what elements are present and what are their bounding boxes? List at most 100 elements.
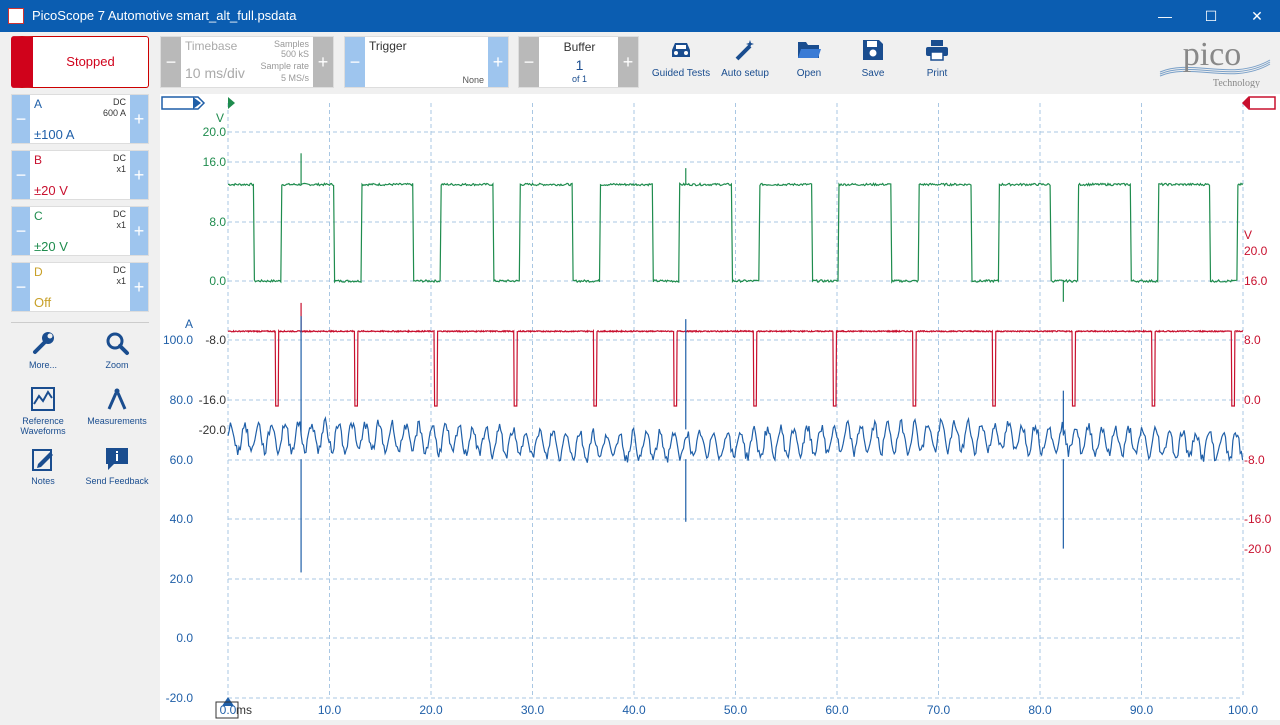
sample-rate-label: Sample rate [260,61,309,71]
save-icon [863,40,883,60]
channel-a-tick: 80.0 [170,393,194,407]
channel-d-minus-button[interactable]: − [12,263,30,311]
channel-d-name: D [34,265,43,279]
more-label: More... [28,360,57,370]
channel-a-tick: 60.0 [170,453,194,467]
channel-c-tick: -8.0 [205,333,226,347]
feedback-icon [106,448,128,470]
channel-c-tick: 0.0 [209,274,226,288]
notes-label: Notes [31,476,55,486]
timebase-label: Timebase [185,39,238,53]
channel-b-tick: 20.0 [1244,244,1268,258]
channel-a-unit: A [185,317,193,331]
channel-c-coupling: DC x1 [113,209,126,230]
channel-b-tick: -20.0 [1244,542,1272,556]
zoom-tool-button[interactable]: Zoom [82,330,152,370]
run-stop-button[interactable]: Stopped [11,36,149,88]
minimize-button[interactable]: — [1142,0,1188,32]
x-tick-label: 30.0 [521,703,545,717]
scope-view[interactable]: 0.0 10.0 20.0 30.0 40.0 50.0 60.0 70.0 80.0 90.0 1… [160,94,1280,720]
close-button[interactable]: ✕ [1234,0,1280,32]
channel-d-plus-button[interactable]: + [130,263,148,311]
guided-tests-label: Guided Tests [651,68,711,79]
send-feedback-label: Send Feedback [85,476,149,486]
samples-value[interactable]: 500 kS [281,49,309,59]
channel-b-tick: 16.0 [1244,274,1268,288]
trigger-control: − Trigger None + [344,36,509,88]
timebase-value[interactable]: 10 ms/div [185,65,245,81]
maximize-button[interactable]: ☐ [1188,0,1234,32]
channel-d-coupling: DC x1 [113,265,126,286]
trigger-plus-button[interactable]: + [488,37,508,87]
channel-a-tick: 40.0 [170,512,194,526]
measurements-label: Measurements [87,416,147,426]
channel-c-unit: V [216,111,224,125]
save-label: Save [861,68,885,79]
samples-label: Samples [273,39,309,49]
x-tick-label: 0.0 [220,703,237,717]
channel-a-minus-button[interactable]: − [12,95,30,143]
channel-b-range[interactable]: ±20 V [34,183,68,198]
open-button[interactable]: Open [777,36,841,88]
x-tick-label: 100.0 [1228,703,1258,717]
channel-c-range[interactable]: ±20 V [34,239,68,254]
channel-b-tick: -16.0 [1244,512,1272,526]
channel-d-range[interactable]: Off [34,295,51,310]
auto-setup-button[interactable]: Auto setup [713,36,777,88]
oscilloscope-chart[interactable]: 0.0 10.0 20.0 30.0 40.0 50.0 60.0 70.0 80.0 90.0 1… [160,94,1280,720]
x-tick-label: 90.0 [1130,703,1154,717]
magic-wand-icon [735,40,754,61]
x-tick-label: 80.0 [1028,703,1052,717]
buffer-of: of 1 [571,74,587,84]
timebase-control: − Timebase 10 ms/div Samples 500 kS Samp… [160,36,334,88]
buffer-minus-button[interactable]: − [519,37,539,87]
more-tool-button[interactable]: More... [8,330,78,370]
channel-c-tick: -16.0 [199,393,227,407]
save-button[interactable]: Save [841,36,905,88]
reference-waveforms-button[interactable]: Reference Waveforms [8,386,78,436]
sidebar-divider [11,322,149,323]
channel-a-tick: 100.0 [163,333,193,347]
x-tick-label: 70.0 [927,703,951,717]
channel-c-marker [228,97,235,109]
zoom-label: Zoom [105,360,129,370]
x-tick-label: 40.0 [622,703,646,717]
notes-button[interactable]: Notes [8,446,78,486]
channel-a-control[interactable]: − A DC 600 A ±100 A + [11,94,149,144]
channel-a-tick: 0.0 [176,631,193,645]
buffer-plus-button[interactable]: + [618,37,638,87]
guided-tests-button[interactable]: Guided Tests [649,36,713,88]
magnifier-icon [106,332,129,355]
logo-subtext: Technology [1213,78,1260,88]
timebase-minus-button[interactable]: − [161,37,181,87]
buffer-value[interactable]: 1 [539,57,620,73]
channel-d-control[interactable]: − D DC x1 Off + [11,262,149,312]
channel-b-coupling: DC x1 [113,153,126,174]
pico-logo: pico Technology [1152,36,1272,89]
channel-c-control[interactable]: − C DC x1 ±20 V + [11,206,149,256]
channel-a-range[interactable]: ±100 A [34,127,74,142]
channel-b-plus-button[interactable]: + [130,151,148,199]
notes-icon [32,449,53,471]
channel-b-tick: -8.0 [1244,453,1265,467]
channel-a-plus-button[interactable]: + [130,95,148,143]
wrench-icon [33,332,54,354]
channel-c-minus-button[interactable]: − [12,207,30,255]
car-icon [672,43,690,57]
timebase-plus-button[interactable]: + [313,37,333,87]
channel-c-plus-button[interactable]: + [130,207,148,255]
channel-b-minus-button[interactable]: − [12,151,30,199]
channel-c-tick: 20.0 [203,125,227,139]
x-tick-label: 50.0 [724,703,748,717]
trigger-minus-button[interactable]: − [345,37,365,87]
print-button[interactable]: Print [905,36,969,88]
title-bar: PicoScope 7 Automotive smart_alt_full.ps… [0,0,1280,32]
send-feedback-button[interactable]: Send Feedback [82,446,152,486]
channel-b-control[interactable]: − B DC x1 ±20 V + [11,150,149,200]
logo-text: pico [1183,38,1242,73]
measurements-button[interactable]: Measurements [82,386,152,426]
x-tick-label: 10.0 [318,703,342,717]
sample-rate-value: 5 MS/s [280,73,309,83]
channel-a-name: A [34,97,43,111]
trigger-value[interactable]: None [462,75,484,85]
